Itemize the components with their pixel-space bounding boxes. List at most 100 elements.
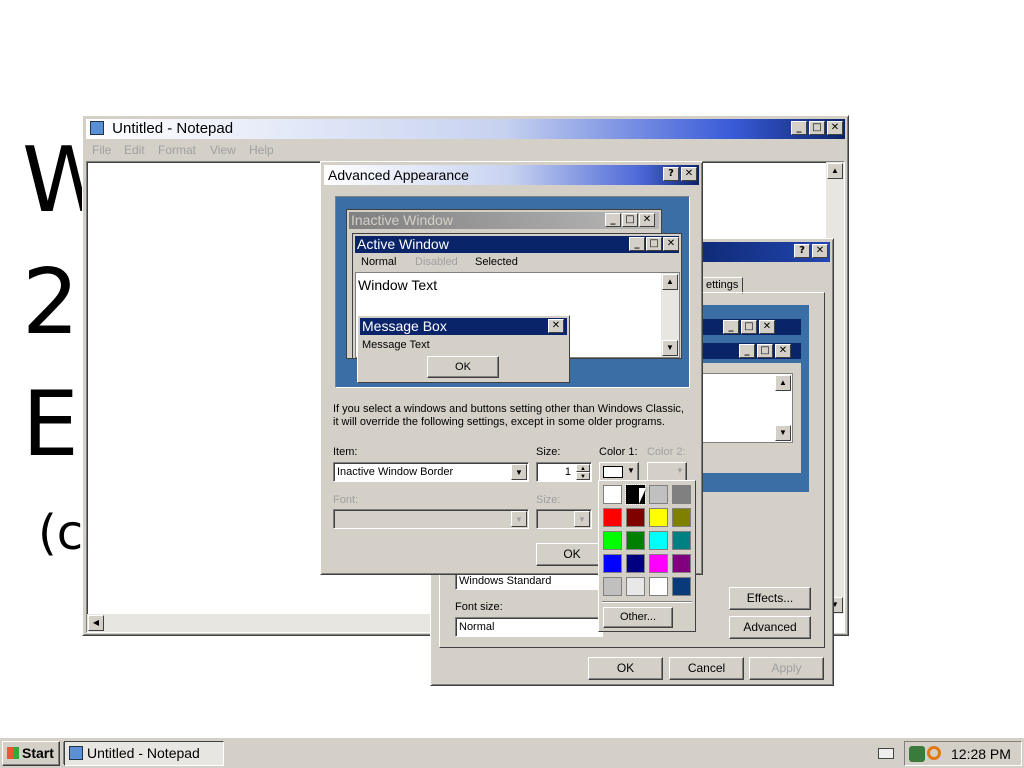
color1-label: Color 1:	[599, 446, 638, 458]
color-swatch[interactable]	[672, 577, 691, 596]
size-spinner[interactable]: 1 ▲ ▼	[536, 462, 592, 482]
color-swatch[interactable]	[603, 508, 622, 527]
close-icon[interactable]: ✕	[827, 121, 843, 135]
start-button[interactable]: Start	[2, 741, 60, 766]
maximize-icon: □	[646, 237, 662, 251]
scroll-down-icon: ▼	[775, 425, 791, 441]
color-swatch[interactable]	[603, 531, 622, 550]
chevron-down-icon: ▼	[511, 511, 527, 527]
scroll-up-icon: ▲	[775, 375, 791, 391]
close-icon: ✕	[759, 320, 775, 334]
font-size-label: Size:	[536, 494, 561, 506]
minimize-icon: _	[629, 237, 645, 251]
font-label: Font:	[333, 494, 359, 506]
chevron-down-icon[interactable]: ▼	[511, 464, 527, 480]
color-swatch[interactable]	[672, 485, 691, 504]
color-swatch[interactable]	[649, 577, 668, 596]
preview-window-text: Window Text	[358, 277, 438, 293]
keyboard-icon[interactable]	[878, 748, 894, 759]
ok-button[interactable]: OK	[588, 657, 663, 680]
mouse-cursor-icon	[639, 488, 646, 504]
menu-view[interactable]: View	[210, 143, 236, 157]
preview-msgbox-ok: OK	[427, 356, 499, 378]
maximize-icon: □	[741, 320, 757, 334]
color-swatch[interactable]	[649, 485, 668, 504]
scroll-up-icon[interactable]: ▲	[827, 163, 843, 179]
preview-msgbox-text: Message Text	[362, 339, 430, 351]
effects-button[interactable]: Effects...	[729, 587, 811, 610]
color-swatch[interactable]	[603, 554, 622, 573]
color-swatch[interactable]	[649, 508, 668, 527]
chevron-down-icon: ▼	[676, 466, 684, 475]
cancel-button[interactable]: Cancel	[669, 657, 744, 680]
minimize-icon[interactable]: _	[791, 121, 807, 135]
scroll-up-icon: ▲	[662, 274, 678, 290]
preview-menu-normal: Normal	[361, 256, 397, 268]
item-label: Item:	[333, 446, 358, 458]
info-text-2: it will override the following settings,…	[333, 416, 665, 428]
size-label: Size:	[536, 446, 561, 458]
close-icon: ✕	[639, 213, 655, 227]
font-size-select[interactable]: Normal	[455, 617, 603, 637]
minimize-icon: _	[739, 344, 755, 358]
advanced-button[interactable]: Advanced	[729, 616, 811, 639]
taskbar: Start Untitled - Notepad 12:28 PM	[0, 737, 1024, 768]
maximize-icon[interactable]: □	[809, 121, 825, 135]
color-swatch[interactable]	[649, 554, 668, 573]
font-size-label: Font size:	[455, 601, 503, 613]
spin-up-icon[interactable]: ▲	[576, 464, 590, 472]
color-swatch[interactable]	[626, 531, 645, 550]
task-notepad[interactable]: Untitled - Notepad	[64, 741, 224, 766]
chevron-down-icon: ▼	[627, 466, 635, 475]
notepad-icon	[69, 746, 83, 760]
maximize-icon: □	[622, 213, 638, 227]
menu-help[interactable]: Help	[249, 143, 274, 157]
search-icon[interactable]	[927, 746, 941, 760]
spin-down-icon[interactable]: ▼	[576, 472, 590, 480]
appearance-preview[interactable]: Inactive Window _ □ ✕ Active Window _ □ …	[335, 196, 690, 388]
help-icon[interactable]: ?	[663, 167, 679, 181]
item-select[interactable]: Inactive Window Border ▼	[333, 462, 529, 482]
preview-inactive-title: Inactive Window	[351, 212, 453, 228]
scroll-left-icon[interactable]: ◀	[88, 615, 104, 631]
menu-format[interactable]: Format	[158, 143, 196, 157]
other-colors-button[interactable]: Other...	[603, 607, 673, 628]
system-tray: 12:28 PM	[904, 741, 1022, 766]
font-size-select: ▼	[536, 509, 592, 529]
menu-edit[interactable]: Edit	[124, 143, 145, 157]
color-swatch[interactable]	[672, 508, 691, 527]
color-swatch[interactable]	[626, 554, 645, 573]
close-icon[interactable]: ✕	[681, 167, 697, 181]
close-icon: ✕	[775, 344, 791, 358]
advanced-appearance-title: Advanced Appearance	[328, 167, 469, 183]
color-swatch[interactable]	[672, 554, 691, 573]
preview-message-box[interactable]: Message Box ✕ Message Text OK	[357, 315, 570, 383]
color1-button[interactable]: ▼	[599, 462, 639, 482]
windows-logo-icon	[7, 747, 19, 759]
color-swatch[interactable]	[603, 577, 622, 596]
color2-button: ▼	[647, 462, 687, 482]
color-swatch[interactable]	[626, 577, 645, 596]
apply-button[interactable]: Apply	[749, 657, 824, 680]
notepad-titlebar[interactable]: Untitled - Notepad _ □ ✕	[86, 119, 845, 139]
minimize-icon: _	[605, 213, 621, 227]
preview-active-title: Active Window	[357, 236, 449, 252]
color-swatch[interactable]	[672, 531, 691, 550]
maximize-icon: □	[757, 344, 773, 358]
preview-msgbox-title: Message Box	[362, 318, 447, 334]
close-icon[interactable]: ✕	[812, 244, 828, 258]
chevron-down-icon: ▼	[574, 511, 590, 527]
color1-swatch	[603, 466, 623, 478]
notepad-title: Untitled - Notepad	[112, 120, 234, 137]
menu-file[interactable]: File	[92, 143, 111, 157]
help-icon[interactable]: ?	[794, 244, 810, 258]
color-palette-popup[interactable]: Other...	[598, 480, 696, 632]
preview-menu-disabled: Disabled	[415, 256, 458, 268]
network-icon[interactable]	[909, 746, 925, 762]
close-icon: ✕	[663, 237, 679, 251]
advanced-appearance-titlebar[interactable]: Advanced Appearance ? ✕	[324, 165, 699, 185]
color-swatch[interactable]	[649, 531, 668, 550]
clock: 12:28 PM	[951, 746, 1011, 762]
color-swatch[interactable]	[603, 485, 622, 504]
color-swatch[interactable]	[626, 508, 645, 527]
